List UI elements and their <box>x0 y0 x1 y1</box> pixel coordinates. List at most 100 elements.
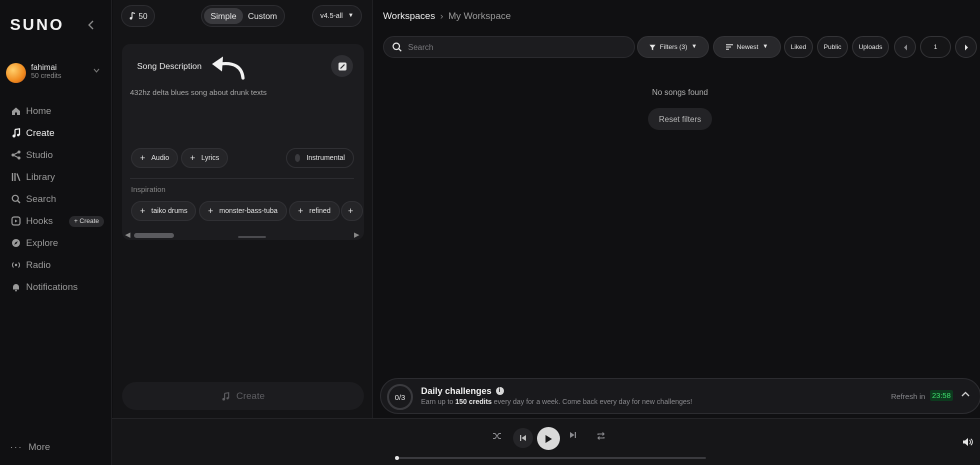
volume-icon[interactable] <box>962 437 973 447</box>
inspiration-tag-label: taiko drums <box>151 207 188 215</box>
repeat-icon[interactable] <box>596 431 606 441</box>
info-icon[interactable]: i <box>495 387 504 395</box>
lyrics-label: Lyrics <box>201 154 220 162</box>
randomize-description-button[interactable] <box>331 55 353 77</box>
sidebar-item-explore[interactable]: Explore <box>10 232 110 254</box>
sidebar-item-home[interactable]: Home <box>10 100 110 122</box>
music-note-icon <box>221 391 230 401</box>
bell-icon <box>10 282 21 293</box>
caret-down-icon: ▼ <box>762 44 769 50</box>
chevron-down-icon <box>93 68 100 73</box>
ellipsis-icon: ··· <box>10 442 23 453</box>
filters-label: Filters (3) <box>659 43 688 51</box>
plus-icon: + <box>298 206 304 216</box>
search-icon <box>392 42 402 52</box>
toggle-dot-icon <box>295 154 301 162</box>
plus-icon: + <box>190 153 196 163</box>
description-text[interactable]: 432hz delta blues song about drunk texts <box>130 88 267 97</box>
challenge-title: Daily challenges i <box>421 386 504 396</box>
sidebar-item-search[interactable]: Search <box>10 188 110 210</box>
breadcrumb: Workspaces › My Workspace <box>383 11 511 22</box>
add-lyrics-button[interactable]: + Lyrics <box>181 148 229 168</box>
sort-label: Newest <box>736 43 759 51</box>
inspiration-tag[interactable]: + monster-bass-tuba <box>199 201 287 221</box>
collapse-sidebar-icon[interactable] <box>87 20 95 30</box>
shuffle-icon[interactable] <box>492 431 502 441</box>
sidebar-item-label: Search <box>26 193 57 205</box>
scroll-right-icon[interactable]: ▶ <box>354 231 359 239</box>
sidebar-item-create[interactable]: Create <box>10 122 110 144</box>
resize-handle[interactable] <box>238 236 266 238</box>
skip-forward-icon[interactable] <box>569 431 577 439</box>
sidebar-item-notifications[interactable]: Notifications <box>10 276 110 298</box>
suno-logo[interactable]: SUNO <box>10 17 64 35</box>
sidebar-item-studio[interactable]: Studio <box>10 144 110 166</box>
chevron-left-icon <box>903 44 908 51</box>
caret-down-icon: ▼ <box>347 13 354 19</box>
prev-page-button[interactable] <box>894 36 916 58</box>
next-page-button[interactable] <box>955 36 977 58</box>
playback-progress[interactable] <box>395 456 706 460</box>
mode-custom-tab[interactable]: Custom <box>243 8 282 24</box>
sidebar-item-label: Notifications <box>26 281 78 293</box>
breadcrumb-current: My Workspace <box>448 11 511 22</box>
instrumental-toggle[interactable]: Instrumental <box>286 148 354 168</box>
filter-icon <box>649 44 656 51</box>
profile-credits: 50 credits <box>31 73 62 80</box>
refresh-label: Refresh in <box>891 392 926 401</box>
horizontal-scrollbar[interactable] <box>134 233 174 238</box>
notes-credit-pill[interactable]: 50 <box>121 5 155 27</box>
public-filter-button[interactable]: Public <box>817 36 848 58</box>
compass-icon <box>10 238 21 249</box>
progress-knob[interactable] <box>395 456 399 460</box>
filters-button[interactable]: Filters (3) ▼ <box>637 36 709 58</box>
edit-icon <box>338 62 347 71</box>
page-number[interactable]: 1 <box>920 36 951 58</box>
create-button[interactable]: Create <box>122 382 364 410</box>
plus-icon: + <box>348 206 354 216</box>
chevron-up-icon[interactable] <box>961 391 970 397</box>
sort-button[interactable]: Newest ▼ <box>713 36 781 58</box>
liked-filter-button[interactable]: Liked <box>784 36 813 58</box>
sidebar-more[interactable]: ··· More <box>10 442 50 453</box>
workspace: Workspaces › My Workspace Filters (3) ▼ … <box>374 0 980 418</box>
mode-switch: Simple Custom <box>201 5 285 27</box>
sidebar-item-hooks[interactable]: Hooks + Create <box>10 210 110 232</box>
inspiration-label: Inspiration <box>131 185 166 194</box>
sidebar-item-radio[interactable]: Radio <box>10 254 110 276</box>
sidebar-item-label: Create <box>26 127 55 139</box>
avatar <box>6 63 26 83</box>
breadcrumb-workspaces[interactable]: Workspaces <box>383 11 435 22</box>
hooks-create-button[interactable]: + Create <box>68 215 105 227</box>
search-input[interactable] <box>408 42 608 52</box>
reset-filters-button[interactable]: Reset filters <box>648 108 712 130</box>
sidebar-item-label: Hooks <box>26 215 53 227</box>
previous-track-button[interactable] <box>513 428 533 448</box>
challenge-subtitle: Earn up to 150 credits every day for a w… <box>421 399 692 406</box>
profile-menu[interactable]: fahimai 50 credits <box>6 62 106 88</box>
uploads-filter-button[interactable]: Uploads <box>852 36 889 58</box>
sidebar-item-library[interactable]: Library <box>10 166 110 188</box>
mode-simple-tab[interactable]: Simple <box>204 8 243 24</box>
song-description-card: Song Description 432hz delta blues song … <box>122 44 364 240</box>
add-audio-button[interactable]: + Audio <box>131 148 179 168</box>
inspiration-tag[interactable]: + taiko drums <box>131 201 197 221</box>
challenge-subtitle-post: every day for a week. Come back every da… <box>491 399 693 406</box>
plus-icon: + <box>208 206 214 216</box>
create-button-label: Create <box>236 390 265 402</box>
music-note-icon <box>10 128 21 139</box>
inspiration-tag[interactable]: + refined <box>289 201 340 221</box>
model-version-select[interactable]: v4.5-all ▼ <box>312 5 362 27</box>
audio-label: Audio <box>151 154 170 162</box>
daily-challenges-banner[interactable]: 0/3 Daily challenges i Earn up to 150 cr… <box>380 378 980 414</box>
song-description-label: Song Description <box>137 61 202 71</box>
scroll-left-icon[interactable]: ◀ <box>125 231 130 239</box>
play-button[interactable] <box>537 427 560 450</box>
notes-count: 50 <box>138 11 148 21</box>
chevron-right-icon: › <box>440 11 444 22</box>
play-icon <box>544 434 553 444</box>
inspiration-tag-label: refined <box>309 207 331 215</box>
inspiration-tag[interactable]: + <box>341 201 363 221</box>
music-note-icon <box>129 12 136 20</box>
chevron-right-icon <box>964 44 969 51</box>
